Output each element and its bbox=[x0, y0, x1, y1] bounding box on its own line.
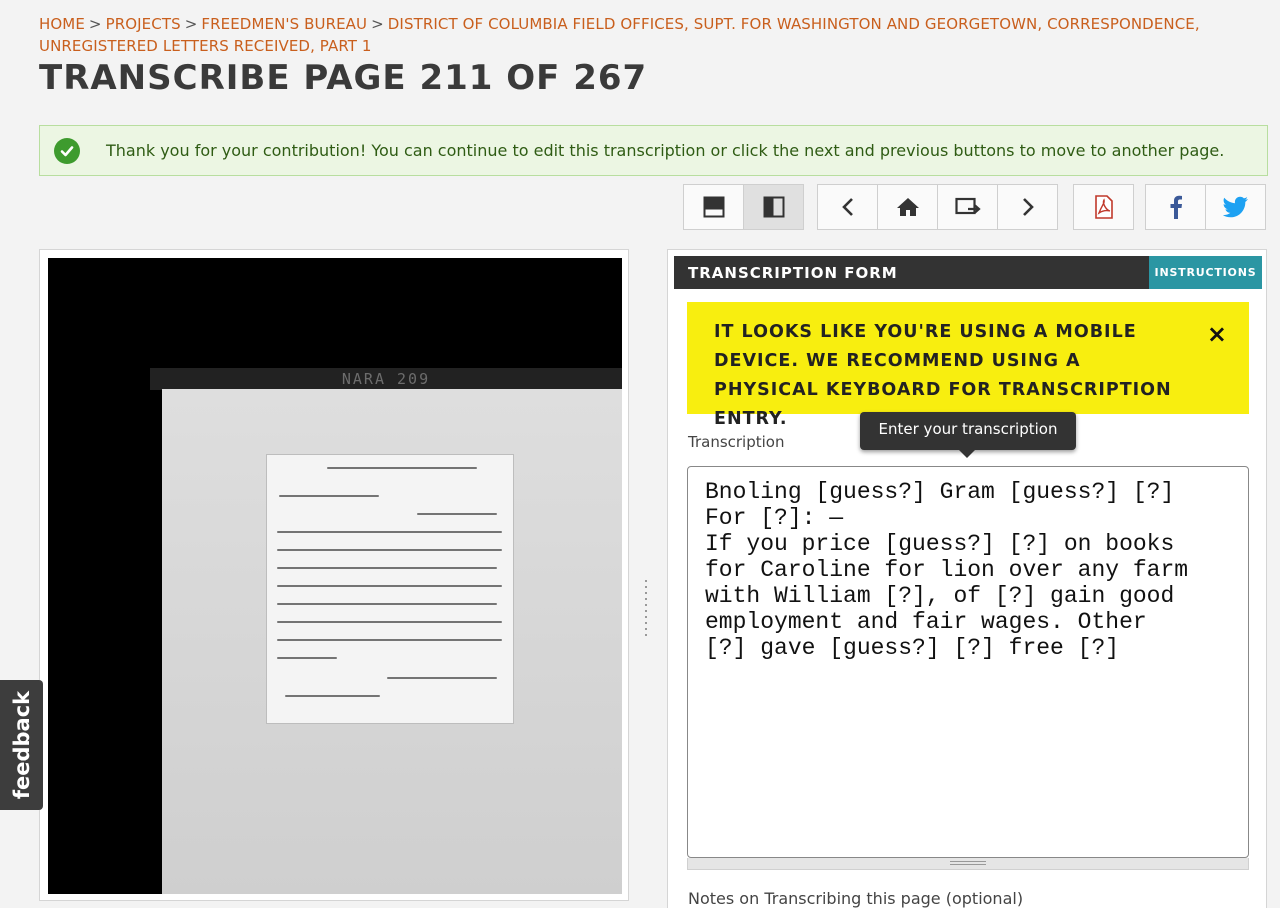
switch-icon bbox=[954, 197, 981, 215]
breadcrumb-collection-label: DISTRICT OF COLUMBIA FIELD OFFICES, SUPT… bbox=[387, 15, 1200, 33]
share-toolbar bbox=[1145, 184, 1266, 230]
document-viewer[interactable]: NARA 209 bbox=[39, 249, 629, 901]
breadcrumb-freedmens-bureau-link[interactable]: FREEDMEN'S BUREAU bbox=[201, 15, 367, 33]
breadcrumb-collection-label-continued: UNREGISTERED LETTERS RECEIVED, PART 1 bbox=[39, 37, 372, 55]
breadcrumb-separator: > bbox=[184, 15, 198, 33]
breadcrumb-home-link[interactable]: HOME bbox=[39, 15, 85, 33]
layout-horizontal-icon bbox=[703, 196, 724, 218]
facebook-icon bbox=[1170, 195, 1182, 219]
chevron-left-icon bbox=[841, 198, 853, 216]
check-circle-icon bbox=[54, 137, 80, 164]
chevron-right-icon bbox=[1022, 198, 1034, 216]
mobile-warning-banner: IT LOOKS LIKE YOU'RE USING A MOBILE DEVI… bbox=[687, 302, 1249, 429]
twitter-share-button[interactable] bbox=[1205, 184, 1266, 230]
panel-resize-handle[interactable] bbox=[642, 578, 654, 636]
transcription-label: Transcription bbox=[688, 433, 785, 451]
layout-vertical-icon bbox=[763, 196, 784, 218]
pdf-icon bbox=[1094, 195, 1113, 219]
switch-view-button[interactable] bbox=[937, 184, 998, 230]
feedback-label: feedback bbox=[9, 690, 34, 800]
transcription-textarea[interactable]: Bnoling [guess?] Gram [guess?] [?] For [… bbox=[687, 466, 1249, 858]
navigation-toolbar bbox=[817, 184, 1058, 230]
next-page-button[interactable] bbox=[997, 184, 1058, 230]
facebook-share-button[interactable] bbox=[1145, 184, 1206, 230]
close-icon[interactable]: × bbox=[1207, 320, 1227, 348]
breadcrumb-projects-link[interactable]: PROJECTS bbox=[106, 15, 181, 33]
home-button[interactable] bbox=[877, 184, 938, 230]
scan-archive-label: NARA 209 bbox=[150, 368, 622, 390]
scan-image[interactable]: NARA 209 bbox=[48, 258, 622, 894]
transcription-form-title: TRANSCRIPTION FORM bbox=[688, 264, 898, 282]
breadcrumb: HOME > PROJECTS > FREEDMEN'S BUREAU > DISTRICT… bbox=[39, 13, 1239, 57]
alert-message: Thank you for your contribution! You can… bbox=[106, 141, 1225, 160]
pdf-download-button[interactable] bbox=[1073, 184, 1134, 230]
handwritten-letter bbox=[266, 454, 514, 724]
page-title: TRANSCRIBE PAGE 211 OF 267 bbox=[39, 58, 648, 98]
layout-vertical-button[interactable] bbox=[743, 184, 804, 230]
home-icon bbox=[896, 198, 919, 216]
transcription-form-panel: TRANSCRIPTION FORM INSTRUCTIONS IT LOOKS… bbox=[667, 249, 1267, 908]
previous-page-button[interactable] bbox=[817, 184, 878, 230]
notes-label: Notes on Transcribing this page (optiona… bbox=[688, 889, 1024, 908]
instructions-button[interactable]: INSTRUCTIONS bbox=[1149, 256, 1262, 289]
download-toolbar bbox=[1073, 184, 1134, 230]
breadcrumb-separator: > bbox=[371, 15, 384, 33]
textarea-resize-grip[interactable] bbox=[687, 858, 1249, 870]
layout-horizontal-button[interactable] bbox=[683, 184, 744, 230]
transcription-form-header: TRANSCRIPTION FORM INSTRUCTIONS bbox=[674, 256, 1262, 289]
success-alert: Thank you for your contribution! You can… bbox=[39, 125, 1268, 176]
layout-toolbar bbox=[683, 184, 804, 230]
feedback-tab[interactable]: feedback bbox=[0, 680, 43, 810]
twitter-icon bbox=[1222, 196, 1248, 218]
transcription-tooltip: Enter your transcription bbox=[860, 412, 1076, 458]
breadcrumb-separator: > bbox=[88, 15, 102, 33]
